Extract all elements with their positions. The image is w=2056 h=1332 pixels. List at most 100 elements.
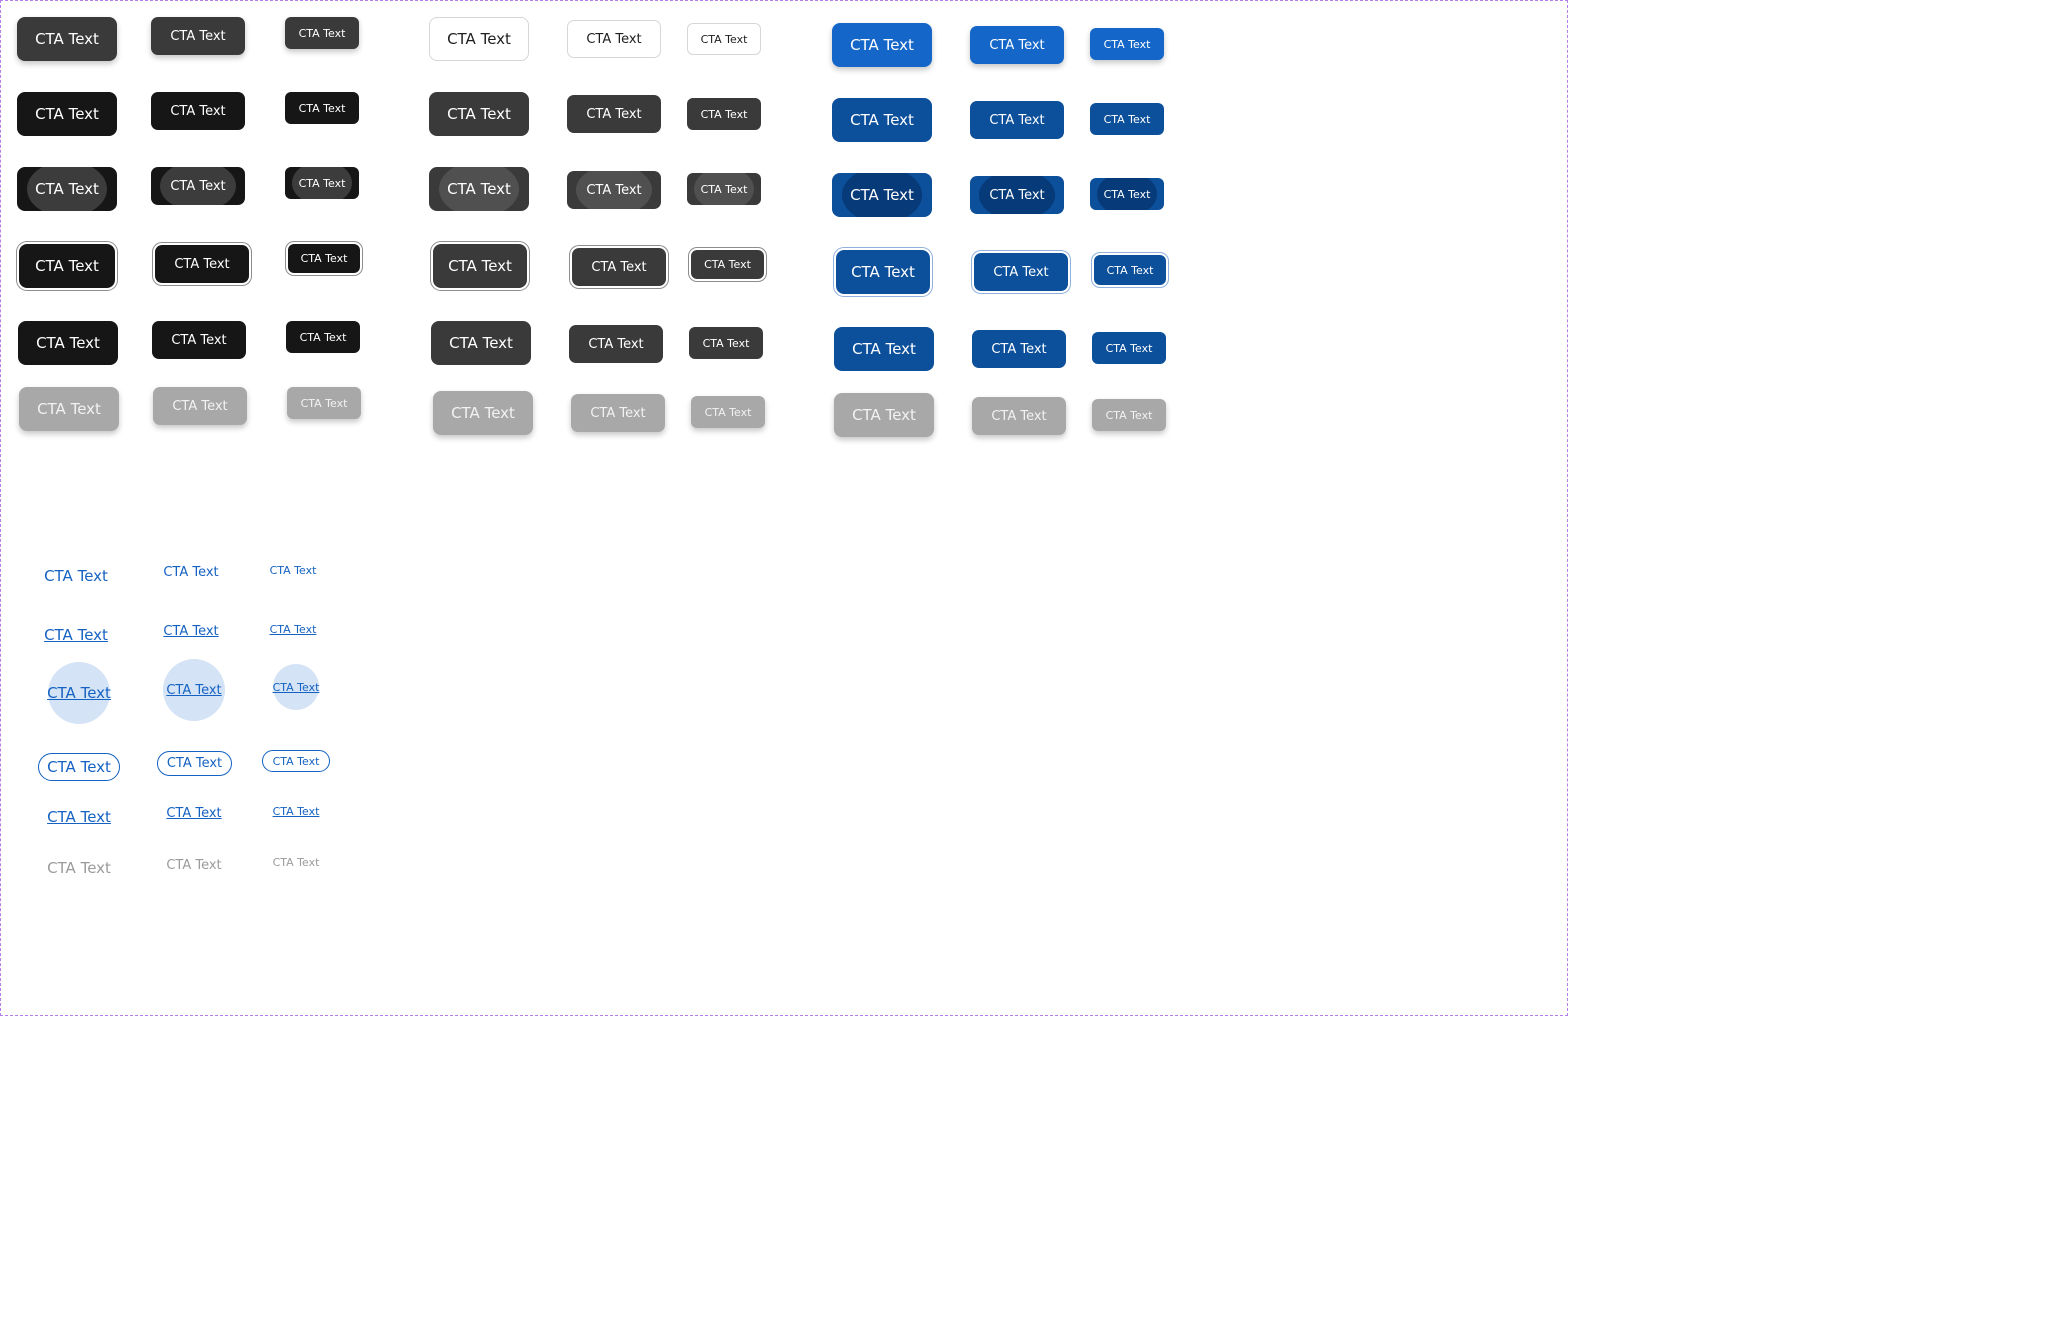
secondary-button-active-lg[interactable]: CTA Text: [431, 321, 531, 365]
link-button-active-lg[interactable]: CTA Text: [34, 804, 124, 830]
link-label: CTA Text: [163, 623, 219, 639]
button-label: CTA Text: [991, 341, 1047, 357]
link-button-hover-lg[interactable]: CTA Text: [31, 622, 121, 648]
link-button-focused-lg[interactable]: CTA Text: [38, 753, 120, 781]
link-button-active-md[interactable]: CTA Text: [154, 802, 234, 824]
secondary-button-pressed-lg[interactable]: CTA Text: [429, 167, 529, 211]
blue-button-hover-md[interactable]: CTA Text: [970, 101, 1064, 139]
secondary-button-focused-md[interactable]: CTA Text: [570, 246, 668, 288]
blue-button-hover-lg[interactable]: CTA Text: [832, 98, 932, 142]
blue-button-default-md[interactable]: CTA Text: [970, 26, 1064, 64]
button-label: CTA Text: [591, 259, 647, 275]
link-button-hover-md[interactable]: CTA Text: [151, 620, 231, 642]
link-button-pressed-sm[interactable]: CTA Text: [273, 664, 319, 710]
blue-button-default-sm[interactable]: CTA Text: [1090, 28, 1164, 60]
link-label: CTA Text: [272, 754, 320, 768]
blue-button-focused-md[interactable]: CTA Text: [972, 251, 1070, 293]
button-label: CTA Text: [704, 258, 751, 271]
link-button-hover-sm[interactable]: CTA Text: [256, 619, 330, 639]
blue-button-focused-sm[interactable]: CTA Text: [1092, 253, 1168, 287]
button-label: CTA Text: [37, 400, 101, 418]
link-button-default-sm[interactable]: CTA Text: [256, 560, 330, 580]
blue-button-default-lg[interactable]: CTA Text: [832, 23, 932, 67]
secondary-button-focused-sm[interactable]: CTA Text: [689, 248, 766, 281]
dark-button-focused-md[interactable]: CTA Text: [153, 243, 251, 285]
dark-button-default-md[interactable]: CTA Text: [151, 17, 245, 55]
secondary-button-hover-sm[interactable]: CTA Text: [687, 98, 761, 130]
button-label: CTA Text: [300, 252, 348, 265]
button-label: CTA Text: [300, 396, 348, 410]
secondary-button-default-lg[interactable]: CTA Text: [429, 17, 529, 61]
link-button-focused-sm[interactable]: CTA Text: [262, 750, 330, 772]
link-label: CTA Text: [47, 684, 111, 702]
secondary-button-default-sm[interactable]: CTA Text: [687, 23, 761, 55]
button-label: CTA Text: [1106, 263, 1154, 277]
link-button-active-sm[interactable]: CTA Text: [259, 801, 333, 821]
link-label: CTA Text: [47, 758, 111, 776]
dark-button-pressed-sm[interactable]: CTA Text: [285, 167, 359, 199]
button-label: CTA Text: [170, 103, 226, 119]
link-label: CTA Text: [166, 805, 222, 821]
secondary-button-pressed-sm[interactable]: CTA Text: [687, 173, 761, 205]
dark-button-focused-lg[interactable]: CTA Text: [17, 242, 117, 290]
link-button-pressed-md[interactable]: CTA Text: [163, 659, 225, 721]
button-label: CTA Text: [35, 180, 99, 198]
dark-button-active-lg[interactable]: CTA Text: [18, 321, 118, 365]
button-label: CTA Text: [850, 36, 914, 54]
button-label: CTA Text: [171, 332, 227, 348]
link-button-default-lg[interactable]: CTA Text: [31, 563, 121, 589]
secondary-button-hover-md[interactable]: CTA Text: [567, 95, 661, 133]
button-label: CTA Text: [989, 112, 1045, 128]
button-label: CTA Text: [586, 106, 642, 122]
button-label: CTA Text: [451, 404, 515, 422]
button-label: CTA Text: [1105, 341, 1153, 355]
secondary-button-hover-lg[interactable]: CTA Text: [429, 92, 529, 136]
button-label: CTA Text: [588, 336, 644, 352]
blue-button-active-md[interactable]: CTA Text: [972, 330, 1066, 368]
button-label: CTA Text: [850, 186, 914, 204]
link-button-pressed-lg[interactable]: CTA Text: [47, 662, 111, 724]
dark-button-active-sm[interactable]: CTA Text: [286, 321, 360, 353]
button-label: CTA Text: [851, 263, 915, 281]
dark-button-hover-lg[interactable]: CTA Text: [17, 92, 117, 136]
link-label: CTA Text: [166, 857, 222, 873]
blue-button-disabled-md: CTA Text: [972, 397, 1066, 435]
button-label: CTA Text: [298, 26, 346, 40]
secondary-button-focused-lg[interactable]: CTA Text: [431, 242, 529, 290]
secondary-button-active-sm[interactable]: CTA Text: [689, 327, 763, 359]
blue-button-pressed-sm[interactable]: CTA Text: [1090, 178, 1164, 210]
secondary-button-disabled-md: CTA Text: [571, 394, 665, 432]
button-label: CTA Text: [170, 178, 226, 194]
button-label: CTA Text: [36, 334, 100, 352]
link-label: CTA Text: [166, 756, 223, 771]
dark-button-disabled-lg: CTA Text: [19, 387, 119, 431]
link-button-disabled-lg: CTA Text: [34, 855, 124, 881]
link-button-focused-md[interactable]: CTA Text: [157, 751, 232, 776]
button-label: CTA Text: [174, 256, 230, 272]
components-canvas: CTA Text CTA Text CTA Text CTA Text CTA …: [0, 0, 1568, 1016]
blue-button-pressed-md[interactable]: CTA Text: [970, 176, 1064, 214]
dark-button-disabled-md: CTA Text: [153, 387, 247, 425]
secondary-button-default-md[interactable]: CTA Text: [567, 20, 661, 58]
button-label: CTA Text: [850, 111, 914, 129]
blue-button-pressed-lg[interactable]: CTA Text: [832, 173, 932, 217]
dark-button-default-lg[interactable]: CTA Text: [17, 17, 117, 61]
blue-button-hover-sm[interactable]: CTA Text: [1090, 103, 1164, 135]
blue-button-active-lg[interactable]: CTA Text: [834, 327, 934, 371]
blue-button-active-sm[interactable]: CTA Text: [1092, 332, 1166, 364]
link-label: CTA Text: [163, 564, 219, 580]
blue-button-focused-lg[interactable]: CTA Text: [834, 248, 932, 296]
link-button-default-md[interactable]: CTA Text: [151, 561, 231, 583]
dark-button-pressed-lg[interactable]: CTA Text: [17, 167, 117, 211]
secondary-button-active-md[interactable]: CTA Text: [569, 325, 663, 363]
secondary-button-pressed-md[interactable]: CTA Text: [567, 171, 661, 209]
dark-button-focused-sm[interactable]: CTA Text: [286, 242, 362, 275]
dark-button-active-md[interactable]: CTA Text: [152, 321, 246, 359]
dark-button-pressed-md[interactable]: CTA Text: [151, 167, 245, 205]
link-label: CTA Text: [272, 855, 320, 869]
dark-button-default-sm[interactable]: CTA Text: [285, 17, 359, 49]
link-label: CTA Text: [47, 859, 111, 877]
dark-button-hover-md[interactable]: CTA Text: [151, 92, 245, 130]
dark-button-hover-sm[interactable]: CTA Text: [285, 92, 359, 124]
button-label: CTA Text: [298, 101, 346, 115]
